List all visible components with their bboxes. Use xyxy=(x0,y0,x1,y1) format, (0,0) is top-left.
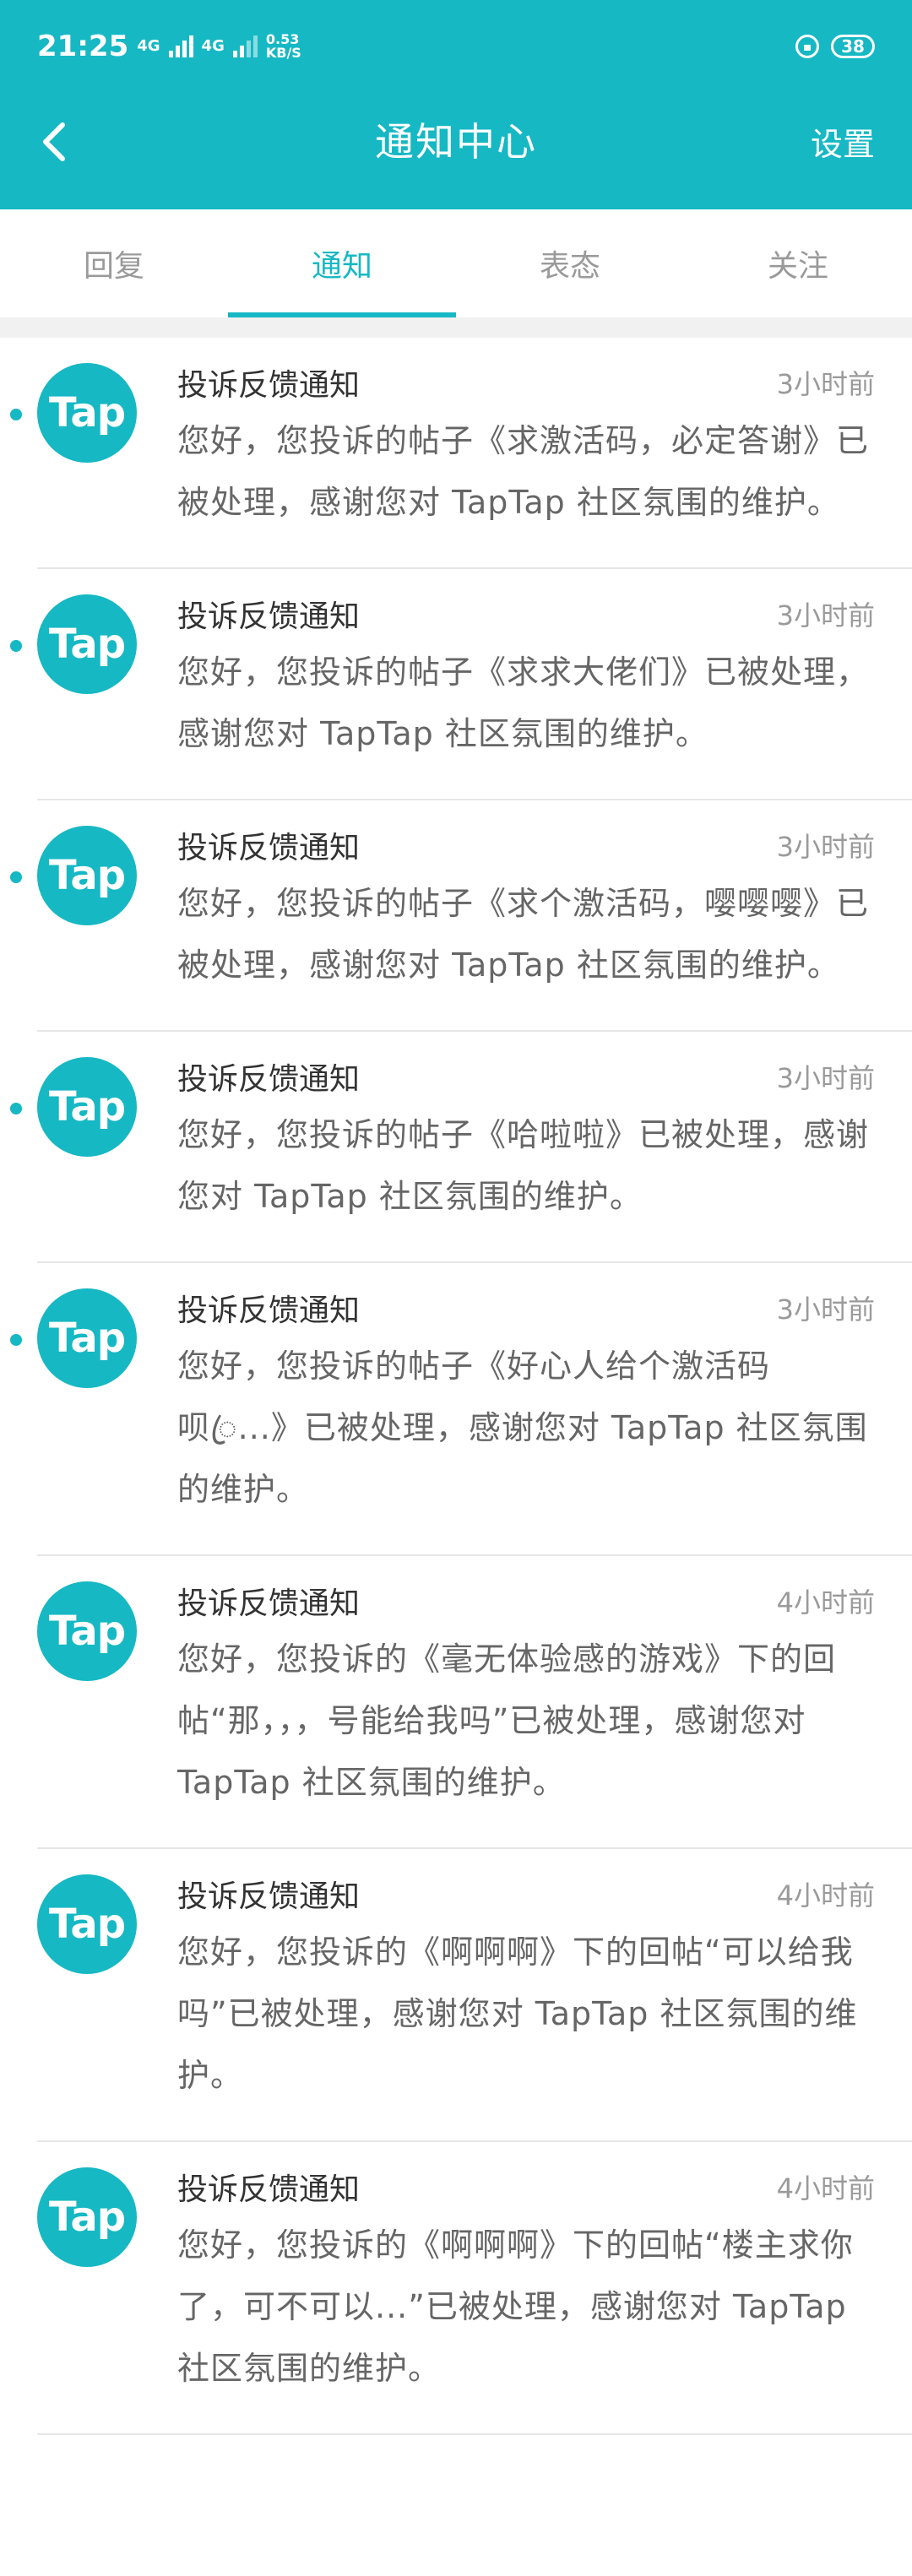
notification-title: 投诉反馈通知 xyxy=(177,2172,361,2207)
notification-content: 投诉反馈通知 3小时前您好，您投诉的帖子《好心人给个激活码呗ꦿ...》已被处理，感… xyxy=(177,1287,875,1521)
notification-item[interactable]: Tap 投诉反馈通知 4小时前您好，您投诉的《啊啊啊》下的回帖“楼主求你了，可不可以… xyxy=(0,2142,912,2435)
status-bar: 21:25 4G 4G 0.53 KB/S 38 xyxy=(37,25,875,68)
notification-row: Tap 投诉反馈通知 3小时前您好，您投诉的帖子《求激活码，必定答谢》已被处理，感谢… xyxy=(37,338,912,569)
notification-row: Tap 投诉反馈通知 4小时前您好，您投诉的《啊啊啊》下的回帖“可以给我吗”已被处理… xyxy=(37,1849,912,2142)
signal-icon-2 xyxy=(232,35,258,57)
notification-content: 投诉反馈通知 4小时前您好，您投诉的《啊啊啊》下的回帖“可以给我吗”已被处理，感谢… xyxy=(177,1873,875,2107)
notification-time: 4小时前 xyxy=(776,1879,875,1912)
notification-header: 投诉反馈通知 3小时前 xyxy=(177,593,875,635)
notification-row: Tap 投诉反馈通知 3小时前您好，您投诉的帖子《好心人给个激活码呗ꦿ...》已被处… xyxy=(37,1263,912,1556)
notification-body: 您好，您投诉的帖子《哈啦啦》已被处理，感谢您对 TapTap 社区氛围的维护。 xyxy=(177,1116,870,1215)
lock-icon xyxy=(795,35,819,58)
notification-header: 投诉反馈通知 4小时前 xyxy=(177,1580,875,1622)
unread-dot xyxy=(10,409,22,420)
network-type-1: 4G xyxy=(137,37,160,55)
notification-item[interactable]: Tap 投诉反馈通知 3小时前您好，您投诉的帖子《求个激活码，嘤嘤嘤》已被处理，感谢… xyxy=(0,800,912,1032)
notification-time: 3小时前 xyxy=(776,599,875,632)
notification-item[interactable]: Tap 投诉反馈通知 3小时前您好，您投诉的帖子《好心人给个激活码呗ꦿ...》已被处… xyxy=(0,1263,912,1556)
taptap-logo-avatar[interactable]: Tap xyxy=(37,1288,137,1388)
settings-button[interactable]: 设置 xyxy=(811,118,875,165)
unread-dot xyxy=(10,640,22,652)
notification-content: 投诉反馈通知 3小时前您好，您投诉的帖子《求个激活码，嘤嘤嘤》已被处理，感谢您对 … xyxy=(177,824,875,996)
notification-row: Tap 投诉反馈通知 3小时前您好，您投诉的帖子《求求大佬们》已被处理，感谢您对 T… xyxy=(37,569,912,800)
nav-bar: 通知中心 设置 xyxy=(0,93,912,186)
notification-content: 投诉反馈通知 4小时前您好，您投诉的《毫无体验感的游戏》下的回帖“那，，，号能给我… xyxy=(177,1580,875,1814)
notification-content: 投诉反馈通知 3小时前您好，您投诉的帖子《哈啦啦》已被处理，感谢您对 TapTap… xyxy=(177,1055,875,1228)
tab-notice[interactable]: 通知 xyxy=(228,209,456,317)
notification-content: 投诉反馈通知 4小时前您好，您投诉的《啊啊啊》下的回帖“楼主求你了，可不可以...… xyxy=(177,2166,875,2400)
notification-header: 投诉反馈通知 4小时前 xyxy=(177,1873,875,1915)
notification-item[interactable]: Tap 投诉反馈通知 3小时前您好，您投诉的帖子《求求大佬们》已被处理，感谢您对 T… xyxy=(0,569,912,800)
notification-header: 投诉反馈通知 4小时前 xyxy=(177,2166,875,2208)
notification-list: Tap 投诉反馈通知 3小时前 您好，您投诉的帖子《求激活码，必定答谢》已被处理，感谢… xyxy=(0,338,912,2435)
notification-content: 投诉反馈通知 3小时前您好，您投诉的帖子《求求大佬们》已被处理，感谢您对 TapT… xyxy=(177,593,875,765)
notification-body: 您好，您投诉的帖子《求个激活码，嘤嘤嘤》已被处理，感谢您对 TapTap 社区氛… xyxy=(177,885,870,984)
taptap-logo-avatar[interactable]: Tap xyxy=(37,1057,137,1157)
taptap-logo-avatar[interactable]: Tap xyxy=(37,1581,137,1681)
tab-reply[interactable]: 回复 xyxy=(0,209,228,317)
notification-body: 您好，您投诉的《毫无体验感的游戏》下的回帖“那，，，号能给我吗”已被处理，感谢您… xyxy=(177,1641,837,1801)
taptap-logo-avatar[interactable]: Tap xyxy=(37,826,137,925)
taptap-logo-avatar[interactable]: Tap xyxy=(37,2167,137,2267)
status-left: 21:25 4G 4G 0.53 KB/S xyxy=(37,30,301,63)
notification-title: 投诉反馈通知 xyxy=(177,1062,361,1097)
tab-follow[interactable]: 关注 xyxy=(684,209,912,317)
notification-time: 4小时前 xyxy=(776,1586,875,1619)
network-speed: 0.53 KB/S xyxy=(266,33,301,60)
speed-unit: KB/S xyxy=(265,45,301,61)
unread-dot xyxy=(10,1103,22,1114)
notification-title: 投诉反馈通知 xyxy=(177,831,361,865)
app-header: 21:25 4G 4G 0.53 KB/S 38 通知中心 设置 xyxy=(0,0,912,209)
unread-dot xyxy=(10,871,22,883)
tab-bar: 回复 通知 表态 关注 xyxy=(0,209,912,317)
notification-row: Tap 投诉反馈通知 3小时前您好，您投诉的帖子《求个激活码，嘤嘤嘤》已被处理，感谢… xyxy=(37,800,912,1032)
signal-icon xyxy=(168,35,193,57)
back-arrow-icon xyxy=(43,122,65,161)
notification-item[interactable]: Tap 投诉反馈通知 4小时前您好，您投诉的《啊啊啊》下的回帖“可以给我吗”已被处理… xyxy=(0,1849,912,2142)
notification-body: 您好，您投诉的帖子《求激活码，必定答谢》已被处理，感谢您对 TapTap 社区氛… xyxy=(177,422,870,521)
notification-item[interactable]: Tap 投诉反馈通知 3小时前您好，您投诉的帖子《哈啦啦》已被处理，感谢您对 Tap… xyxy=(0,1032,912,1263)
notification-body: 您好，您投诉的《啊啊啊》下的回帖“楼主求你了，可不可以...”已被处理，感谢您对… xyxy=(177,2226,854,2387)
notification-body: 您好，您投诉的《啊啊啊》下的回帖“可以给我吗”已被处理，感谢您对 TapTap … xyxy=(177,1933,858,2094)
tab-reaction[interactable]: 表态 xyxy=(456,209,684,317)
notification-row: Tap 投诉反馈通知 3小时前您好，您投诉的帖子《哈啦啦》已被处理，感谢您对 Tap… xyxy=(37,1032,912,1263)
notification-title: 投诉反馈通知 xyxy=(177,1293,361,1328)
notification-title: 投诉反馈通知 xyxy=(177,1879,361,1914)
notification-body: 您好，您投诉的帖子《好心人给个激活码呗ꦿ...》已被处理，感谢您对 TapTap… xyxy=(177,1348,868,1508)
notification-header: 投诉反馈通知 3小时前 xyxy=(177,1055,875,1098)
taptap-logo-avatar[interactable]: Tap xyxy=(37,1874,137,1974)
notification-time: 3小时前 xyxy=(776,1062,875,1094)
unread-dot xyxy=(10,1334,22,1346)
taptap-logo-avatar[interactable]: Tap xyxy=(37,363,137,463)
notification-header: 投诉反馈通知 3小时前 xyxy=(177,1287,875,1329)
notification-title: 投诉反馈通知 xyxy=(177,368,361,403)
back-button[interactable] xyxy=(32,117,83,167)
notification-header: 投诉反馈通知 3小时前 xyxy=(177,361,875,404)
notification-content: 投诉反馈通知 3小时前您好，您投诉的帖子《求激活码，必定答谢》已被处理，感谢您对 … xyxy=(177,361,875,534)
notification-time: 4小时前 xyxy=(776,2172,875,2205)
notification-row: Tap 投诉反馈通知 4小时前您好，您投诉的《毫无体验感的游戏》下的回帖“那，，，号… xyxy=(37,1556,912,1849)
notification-item[interactable]: Tap 投诉反馈通知 3小时前您好，您投诉的帖子《求激活码，必定答谢》已被处理，感谢… xyxy=(0,338,912,569)
notification-time: 3小时前 xyxy=(776,831,875,863)
network-type-2: 4G xyxy=(201,37,225,55)
taptap-logo-avatar[interactable]: Tap xyxy=(37,594,137,694)
section-divider xyxy=(0,317,912,338)
status-right: 38 xyxy=(795,35,875,58)
notification-body: 您好，您投诉的帖子《求求大佬们》已被处理，感谢您对 TapTap 社区氛围的维护… xyxy=(177,653,870,752)
notification-item[interactable]: Tap 投诉反馈通知 4小时前您好，您投诉的《毫无体验感的游戏》下的回帖“那，，，号… xyxy=(0,1556,912,1849)
notification-title: 投诉反馈通知 xyxy=(177,1586,361,1621)
page-title: 通知中心 xyxy=(375,119,537,165)
notification-header: 投诉反馈通知 3小时前 xyxy=(177,824,875,866)
notification-time: 3小时前 xyxy=(776,368,875,400)
notification-title: 投诉反馈通知 xyxy=(177,599,361,634)
notification-time: 3小时前 xyxy=(776,1293,875,1326)
notification-row: Tap 投诉反馈通知 4小时前您好，您投诉的《啊啊啊》下的回帖“楼主求你了，可不可以… xyxy=(37,2142,912,2435)
battery-icon: 38 xyxy=(831,35,875,58)
clock: 21:25 xyxy=(37,30,129,63)
